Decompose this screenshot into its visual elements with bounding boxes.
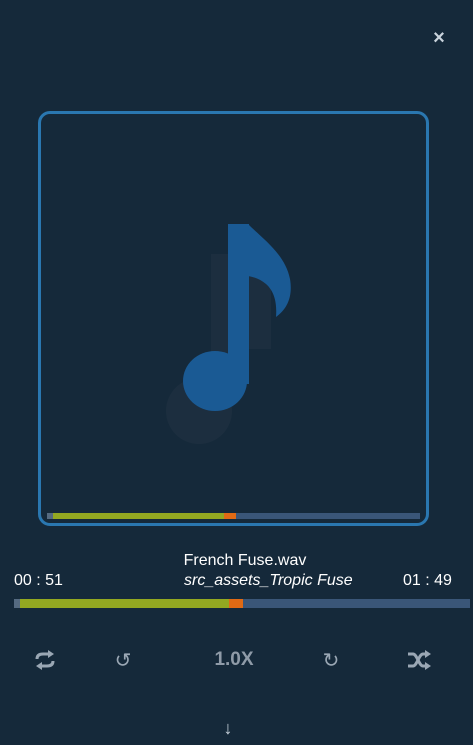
seek-bar[interactable]	[14, 599, 470, 608]
shuffle-icon	[408, 650, 431, 670]
time-elapsed: 00 : 51	[14, 572, 63, 589]
seek-bar-played	[20, 599, 229, 608]
download-button[interactable]: ↓	[218, 718, 238, 740]
artwork-progress-played	[53, 513, 224, 519]
repeat-button[interactable]	[30, 645, 60, 675]
seek-bar-marker[interactable]	[229, 599, 243, 608]
close-icon: ×	[433, 27, 445, 49]
shuffle-button[interactable]	[404, 645, 434, 675]
repeat-icon	[35, 650, 55, 670]
close-button[interactable]: ×	[430, 28, 448, 48]
track-title: French Fuse.wav	[183, 552, 307, 569]
fast-forward-icon: ↻	[322, 649, 340, 672]
rewind-button[interactable]: ↺	[110, 645, 136, 675]
playback-speed-button[interactable]: 1.0X	[205, 645, 263, 675]
album-art-frame	[38, 111, 429, 526]
music-note-icon	[166, 224, 291, 444]
rewind-icon: ↺	[114, 649, 132, 672]
artwork-progress-marker	[224, 513, 236, 519]
download-icon: ↓	[223, 718, 233, 738]
time-total: 01 : 49	[403, 572, 452, 589]
fast-forward-button[interactable]: ↻	[318, 645, 344, 675]
artwork-progress-bar	[47, 513, 420, 519]
source-name: src_assets_Tropic Fuse	[184, 572, 353, 589]
